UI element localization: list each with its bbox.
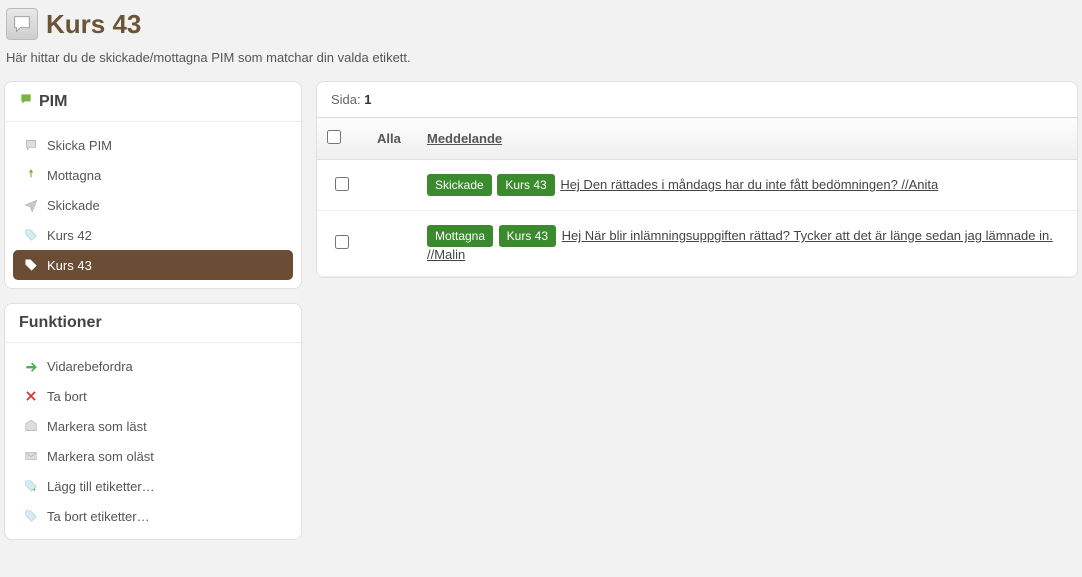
table-row: Skickade Kurs 43 Hej Den rättades i månd… [317, 160, 1077, 211]
sidebar-item-kurs-42[interactable]: Kurs 42 [13, 220, 293, 250]
functions-panel-title: Funktioner [19, 314, 102, 332]
functions-panel-header: Funktioner [5, 304, 301, 343]
function-item-tag-add[interactable]: + Lägg till etiketter… [13, 471, 293, 501]
sidebar-item-label: Kurs 42 [47, 228, 92, 243]
forward-icon [23, 358, 39, 374]
row-checkbox[interactable] [335, 177, 349, 191]
read-icon [23, 418, 39, 434]
tag-add-icon: + [23, 478, 39, 494]
pager-prefix: Sida: [331, 92, 361, 107]
inbox-icon [23, 167, 39, 183]
header-checkbox-cell [317, 118, 367, 160]
function-item-delete[interactable]: Ta bort [13, 381, 293, 411]
sidebar-item-label: Kurs 43 [47, 258, 92, 273]
functions-panel: Funktioner Vidarebefordra Ta bort Markera … [4, 303, 302, 540]
sidebar-item-skickade[interactable]: Skickade [13, 190, 293, 220]
page-header: Kurs 43 [4, 4, 1078, 50]
badge-skickade: Skickade [427, 174, 492, 196]
pim-icon [19, 92, 33, 111]
function-item-read[interactable]: Markera som läst [13, 411, 293, 441]
sidebar-item-kurs-43[interactable]: Kurs 43 [13, 250, 293, 280]
tag-icon [23, 227, 39, 243]
function-item-label: Markera som läst [47, 419, 147, 434]
page-subtitle: Här hittar du de skickade/mottagna PIM s… [4, 50, 1078, 81]
table-row: Mottagna Kurs 43 Hej När blir inlämnings… [317, 211, 1077, 277]
function-item-label: Markera som oläst [47, 449, 154, 464]
row-spacer [367, 160, 417, 211]
select-all-checkbox[interactable] [327, 130, 341, 144]
badge-kurs 43: Kurs 43 [499, 225, 556, 247]
function-item-label: Vidarebefordra [47, 359, 133, 374]
function-item-label: Ta bort [47, 389, 87, 404]
chat-icon [6, 8, 38, 40]
message-link[interactable]: Hej Den rättades i måndags har du inte f… [560, 177, 938, 192]
sent-icon [23, 197, 39, 213]
sidebar-item-label: Skicka PIM [47, 138, 112, 153]
pager: Sida: 1 [317, 82, 1077, 117]
tag-icon [23, 257, 39, 273]
delete-icon [23, 388, 39, 404]
message-table: Alla Meddelande Skickade Kurs 43 Hej Den… [317, 117, 1077, 277]
badge-mottagna: Mottagna [427, 225, 493, 247]
function-item-label: Lägg till etiketter… [47, 479, 155, 494]
sidebar-item-label: Mottagna [47, 168, 101, 183]
pim-panel-title: PIM [39, 93, 67, 111]
header-message[interactable]: Meddelande [417, 118, 1077, 160]
row-spacer [367, 211, 417, 277]
header-all: Alla [367, 118, 417, 160]
function-item-label: Ta bort etiketter… [47, 509, 150, 524]
row-checkbox-cell [317, 211, 367, 277]
pager-current: 1 [364, 92, 371, 107]
function-item-forward[interactable]: Vidarebefordra [13, 351, 293, 381]
pim-panel-header: PIM [5, 82, 301, 122]
unread-icon [23, 448, 39, 464]
row-checkbox-cell [317, 160, 367, 211]
function-item-tag-remove[interactable]: Ta bort etiketter… [13, 501, 293, 531]
pim-panel: PIM Skicka PIM Mottagna Skickade Kurs 42 Kur… [4, 81, 302, 289]
compose-icon [23, 137, 39, 153]
sidebar-item-label: Skickade [47, 198, 100, 213]
row-checkbox[interactable] [335, 235, 349, 249]
message-panel: Sida: 1 Alla Meddelande Skickade Kurs [316, 81, 1078, 278]
svg-text:+: + [32, 487, 36, 493]
sidebar-item-mottagna[interactable]: Mottagna [13, 160, 293, 190]
tag-remove-icon [23, 508, 39, 524]
sort-message-link[interactable]: Meddelande [427, 131, 502, 146]
page-title: Kurs 43 [46, 9, 141, 40]
row-message-cell: Mottagna Kurs 43 Hej När blir inlämnings… [417, 211, 1077, 277]
sidebar-item-skicka-pim[interactable]: Skicka PIM [13, 130, 293, 160]
badge-kurs 43: Kurs 43 [497, 174, 554, 196]
row-message-cell: Skickade Kurs 43 Hej Den rättades i månd… [417, 160, 1077, 211]
function-item-unread[interactable]: Markera som oläst [13, 441, 293, 471]
